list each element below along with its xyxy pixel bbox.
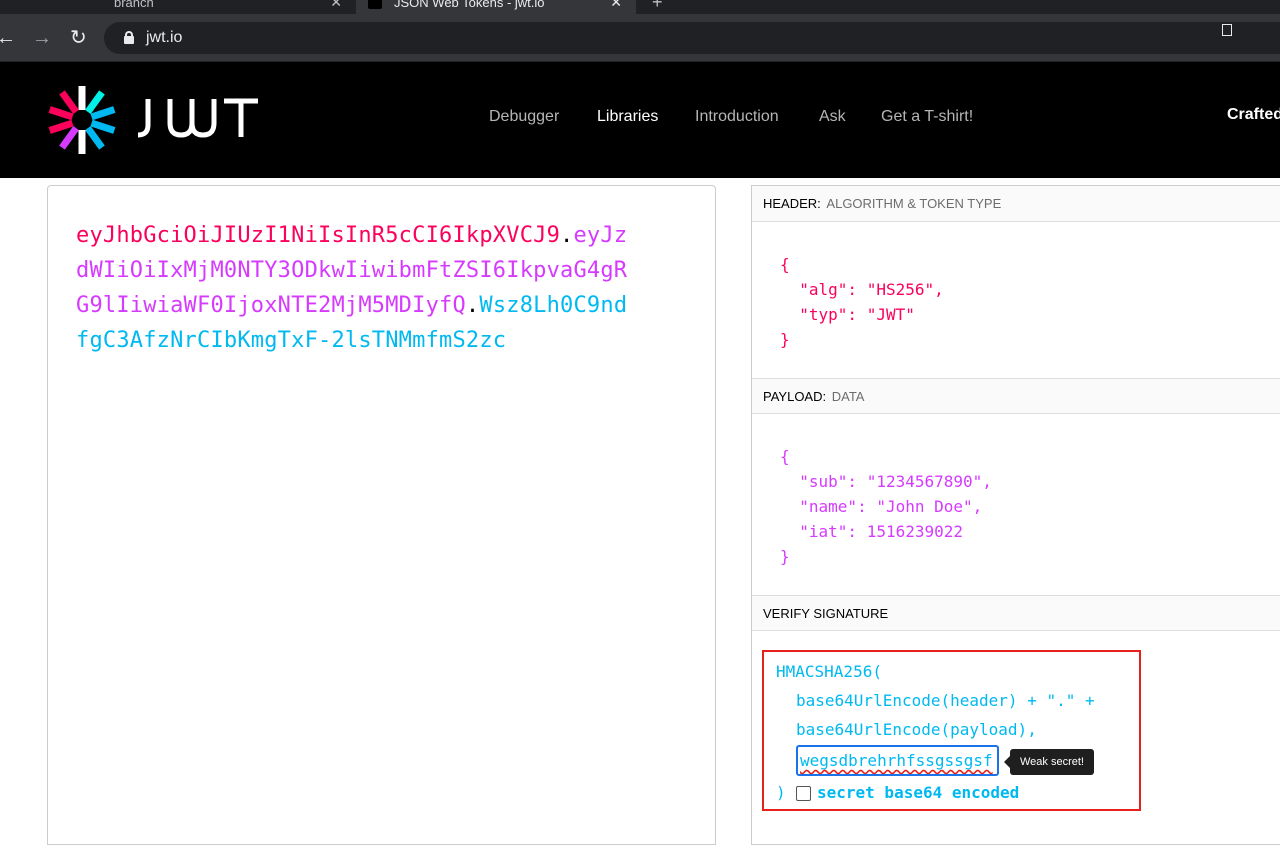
nav-debugger[interactable]: Debugger	[489, 108, 559, 126]
nav-libraries[interactable]: Libraries	[597, 108, 658, 126]
header-subtitle: ALGORITHM & TOKEN TYPE	[826, 196, 1002, 211]
new-tab-icon[interactable]: +	[652, 0, 663, 13]
weak-secret-tooltip: Weak secret!	[1004, 749, 1094, 775]
jwt-wordmark[interactable]	[134, 87, 260, 147]
verify-title: VERIFY SIGNATURE	[763, 606, 889, 621]
jwt-logo-icon[interactable]	[46, 84, 118, 156]
header-title: HEADER:	[763, 196, 821, 211]
token-dot: .	[560, 223, 574, 248]
tab-close-icon[interactable]: ✕	[610, 0, 622, 11]
forward-arrow-icon[interactable]: →	[32, 26, 52, 50]
crafted-by-text[interactable]: Crafted by	[1227, 106, 1280, 124]
secret-base64-checkbox[interactable]	[796, 786, 811, 801]
lock-icon[interactable]	[124, 31, 134, 44]
token-dot: .	[465, 293, 480, 318]
decoded-panel: HEADER: ALGORITHM & TOKEN TYPE { "alg": …	[751, 185, 1280, 845]
verify-signature-highlight: HMACSHA256( base64UrlEncode(header) + ".…	[762, 650, 1141, 811]
reload-icon[interactable]: ↻	[70, 26, 87, 50]
tab-close-icon[interactable]: ✕	[330, 0, 342, 11]
header-section-title: HEADER: ALGORITHM & TOKEN TYPE	[752, 186, 1280, 222]
verify-section-title: VERIFY SIGNATURE	[752, 595, 1280, 631]
back-arrow-icon[interactable]: ←	[0, 26, 16, 50]
close-paren: )	[776, 783, 786, 802]
payload-encode-line: base64UrlEncode(payload),	[796, 720, 1037, 739]
header-encode-line: base64UrlEncode(header) + "." +	[796, 691, 1095, 710]
nav-ask[interactable]: Ask	[819, 108, 846, 126]
browser-tab-branch[interactable]: branch ✕	[60, 0, 356, 14]
jwt-favicon-icon	[368, 0, 382, 9]
nav-introduction[interactable]: Introduction	[695, 108, 779, 126]
payload-section-title: PAYLOAD: DATA	[752, 378, 1280, 414]
payload-title: PAYLOAD:	[763, 389, 827, 404]
secret-input[interactable]: wegsdbrehrhfssgssgsf	[796, 745, 999, 776]
url-text[interactable]: jwt.io	[146, 29, 182, 47]
encoded-token-textarea[interactable]: eyJhbGciOiJIUzI1NiIsInR5cCI6IkpXVCJ9.eyJ…	[76, 218, 636, 358]
browser-toolbar: ← → ↻ jwt.io	[0, 14, 1280, 62]
encoded-panel[interactable]: eyJhbGciOiJIUzI1NiIsInR5cCI6IkpXVCJ9.eyJ…	[47, 185, 716, 845]
address-bar[interactable]: jwt.io	[104, 22, 1280, 54]
payload-json-editor[interactable]: { "sub": "1234567890", "name": "John Doe…	[780, 444, 992, 569]
header-json-editor[interactable]: { "alg": "HS256", "typ": "JWT" }	[780, 252, 944, 352]
extension-icon[interactable]	[1222, 24, 1232, 36]
secret-base64-label[interactable]: secret base64 encoded	[817, 783, 1019, 802]
hmac-function-line: HMACSHA256(	[776, 662, 882, 681]
browser-tab-jwt[interactable]: JSON Web Tokens - jwt.io ✕	[356, 0, 636, 14]
token-header-part: eyJhbGciOiJIUzI1NiIsInR5cCI6IkpXVCJ9	[76, 223, 561, 248]
nav-get-tshirt[interactable]: Get a T-shirt!	[881, 108, 973, 126]
site-header: Debugger Libraries Introduction Ask Get …	[0, 62, 1280, 178]
payload-subtitle: DATA	[831, 389, 865, 404]
tab-title: branch	[114, 0, 154, 10]
browser-tabstrip: branch ✕ JSON Web Tokens - jwt.io ✕ +	[0, 0, 1280, 14]
tab-title: JSON Web Tokens - jwt.io	[394, 0, 545, 10]
